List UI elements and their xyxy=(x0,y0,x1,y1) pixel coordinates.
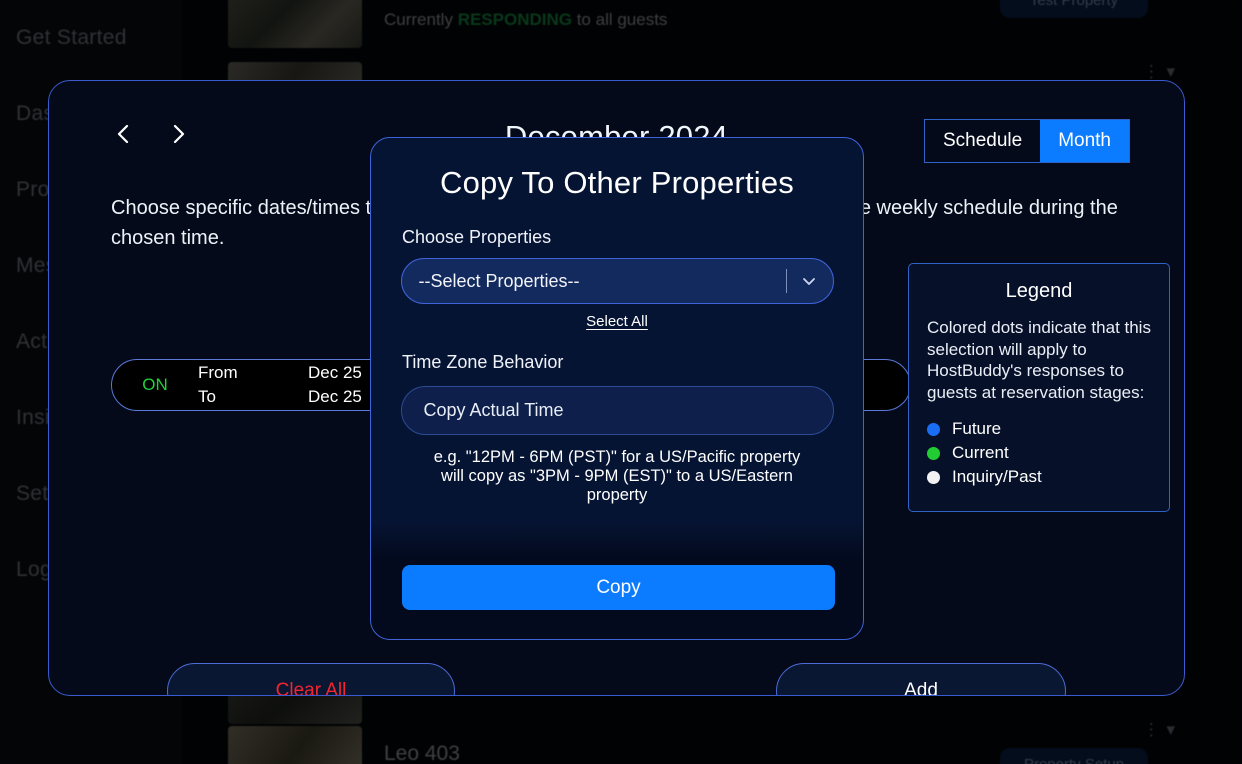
add-button[interactable]: Add xyxy=(776,663,1066,695)
property-thumbnail xyxy=(228,726,362,764)
legend-dot-inquiry-past xyxy=(927,470,940,484)
timezone-behavior-select[interactable]: Copy Actual Time xyxy=(400,386,834,435)
chevron-down-icon[interactable] xyxy=(799,271,819,291)
slot-from-label: From xyxy=(198,363,238,382)
legend-item-future: Future xyxy=(927,419,1151,439)
modal-title: Copy To Other Properties xyxy=(439,165,794,200)
property-status: Currently RESPONDING to all guests xyxy=(384,10,667,30)
timezone-behavior-value: Copy Actual Time xyxy=(423,400,564,420)
timezone-example-note: e.g. "12PM - 6PM (PST)" for a US/Pacific… xyxy=(433,448,801,504)
legend-description: Colored dots indicate that this selectio… xyxy=(927,318,1151,402)
status-suffix: to all guests xyxy=(571,10,668,29)
slot-from-value[interactable]: Dec 25 xyxy=(308,361,362,385)
legend-dot-future xyxy=(927,422,940,436)
legend-item-inquiry-past: Inquiry/Past xyxy=(927,467,1151,487)
slot-to-label: To xyxy=(198,387,216,406)
kebab-menu-icon[interactable]: ⋮ ▾ xyxy=(1143,720,1176,740)
select-all-link[interactable]: Select All xyxy=(586,313,648,330)
app-root: Get Started Dashboard Properties Message… xyxy=(0,0,1242,764)
copy-to-other-properties-modal: Copy To Other Properties Choose Properti… xyxy=(370,137,864,640)
choose-properties-label: Choose Properties xyxy=(402,227,552,247)
status-prefix: Currently xyxy=(384,10,458,29)
legend-panel: Legend Colored dots indicate that this s… xyxy=(908,263,1170,512)
tab-month[interactable]: Month xyxy=(1040,120,1129,162)
property-row[interactable]: Currently RESPONDING to all guests Test … xyxy=(228,0,1188,48)
legend-label: Future xyxy=(952,419,1002,438)
view-toggle: Schedule Month xyxy=(923,119,1130,163)
legend-title: Legend xyxy=(1005,280,1073,302)
clear-all-button[interactable]: Clear All xyxy=(167,663,455,695)
slot-to-value[interactable]: Dec 25 xyxy=(308,385,362,409)
slot-labels: From To xyxy=(198,361,308,409)
properties-select-value: --Select Properties-- xyxy=(418,270,580,291)
property-title: Leo 403 xyxy=(384,742,460,764)
properties-select[interactable]: --Select Properties-- xyxy=(400,258,834,304)
test-property-button[interactable]: Test Property xyxy=(1000,0,1148,18)
slot-state-toggle[interactable]: ON xyxy=(112,375,198,395)
legend-label: Inquiry/Past xyxy=(952,467,1042,486)
property-setup-button[interactable]: Property Setup xyxy=(1000,748,1148,764)
status-badge: RESPONDING xyxy=(457,10,572,29)
property-thumbnail xyxy=(228,0,362,48)
select-divider xyxy=(785,269,787,293)
sidebar-item-get-started[interactable]: Get Started xyxy=(0,0,182,76)
tab-schedule[interactable]: Schedule xyxy=(925,120,1040,162)
legend-label: Current xyxy=(952,443,1009,462)
timezone-behavior-label: Time Zone Behavior xyxy=(402,352,564,372)
legend-item-current: Current xyxy=(927,443,1151,463)
kebab-menu-icon[interactable]: ⋮ ▾ xyxy=(1143,62,1176,82)
slot-values: Dec 25 Dec 25 xyxy=(308,361,362,409)
property-row[interactable]: Leo 403 Property Setup ⋮ ▾ xyxy=(228,720,1188,764)
copy-button[interactable]: Copy xyxy=(402,565,835,610)
legend-dot-current xyxy=(927,446,940,460)
